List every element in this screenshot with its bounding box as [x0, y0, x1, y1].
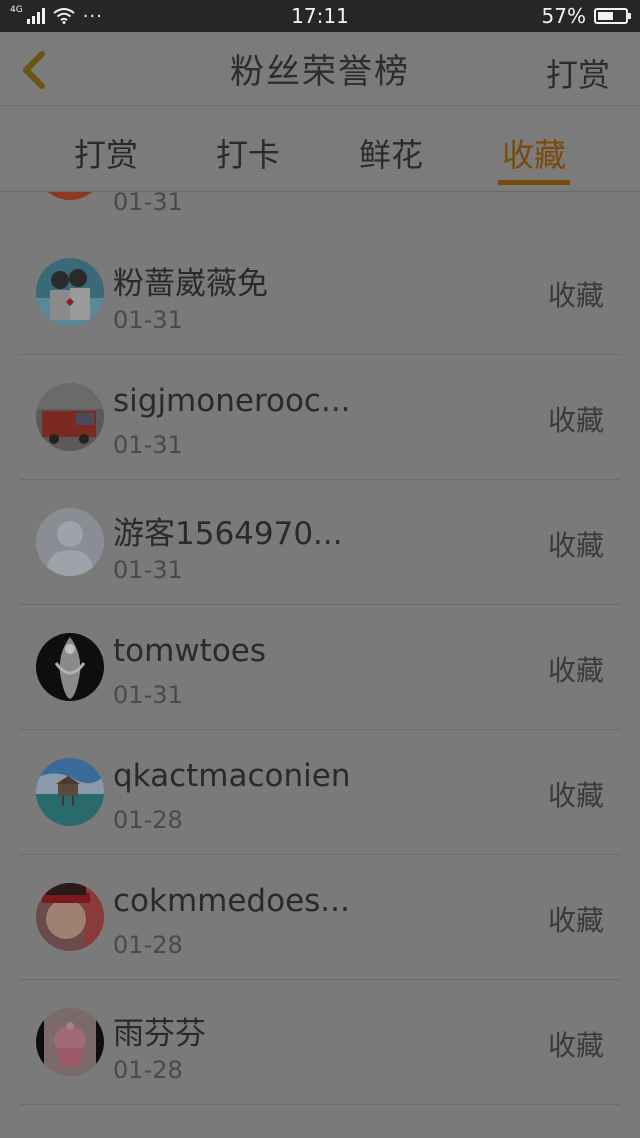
list-item-action: 收藏: [547, 779, 604, 812]
list-item-action: 收藏: [547, 654, 604, 687]
network-type: 4G: [10, 5, 23, 15]
list-item-name: 雨芬芬: [113, 1016, 206, 1052]
tab-checkin[interactable]: 打卡: [198, 130, 298, 176]
list-item-date: 01-31: [113, 681, 183, 709]
battery-icon: [594, 8, 631, 24]
list-item-action: 收藏: [547, 904, 604, 937]
list-item[interactable]: tomwtoes 01-31 收藏: [0, 605, 640, 730]
couple-photo-avatar: [36, 258, 104, 326]
list-item-date: 01-31: [113, 556, 183, 584]
battery-percent: 57%: [541, 4, 586, 28]
list-item-action: 收藏: [547, 529, 604, 562]
list-item-date: 01-28: [113, 806, 183, 834]
list-item[interactable]: qkactmaconien 01-28 收藏: [0, 730, 640, 855]
list-item-name: qkactmaconien: [113, 758, 351, 794]
status-bar: 4G ··· 17:11 57%: [0, 0, 640, 32]
list-item[interactable]: sigjmonerooc... 01-31 收藏: [0, 355, 640, 480]
list-item-action: 收藏: [547, 1029, 604, 1062]
list-item[interactable]: 01-31: [0, 192, 640, 230]
tab-favorites[interactable]: 收藏: [484, 130, 584, 176]
list-item-date: 01-28: [113, 1056, 183, 1084]
fan-list[interactable]: 01-31 粉蔷崴薇免 01-31 收藏 sigjmonerooc... 01-…: [0, 192, 640, 1138]
back-arrow-icon[interactable]: [16, 50, 56, 90]
default-user-avatar: [36, 508, 104, 576]
list-item-name: sigjmonerooc...: [113, 383, 351, 419]
list-item[interactable]: 粉蔷崴薇免 01-31 收藏: [0, 230, 640, 355]
person-red-headband-avatar: [36, 883, 104, 951]
active-tab-indicator: [498, 180, 570, 185]
tab-flowers[interactable]: 鲜花: [341, 130, 441, 176]
anime-girl-avatar: [36, 633, 104, 701]
list-item-name: 粉蔷崴薇免: [113, 266, 268, 302]
list-item-action: 收藏: [547, 404, 604, 437]
avatar: [36, 192, 104, 200]
signal-icon: [26, 8, 45, 24]
list-item-date: 01-31: [113, 306, 183, 334]
list-item-name: 游客1564970...: [113, 516, 343, 552]
list-item[interactable]: 游客1564970... 01-31 收藏: [0, 480, 640, 605]
list-item[interactable]: cokmmedoes... 01-28 收藏: [0, 855, 640, 980]
page-title: 粉丝荣誉榜: [230, 52, 410, 92]
list-item-date: 01-28: [113, 931, 183, 959]
list-item-date: 01-31: [113, 431, 183, 459]
seaside-hut-avatar: [36, 758, 104, 826]
tab-reward[interactable]: 打赏: [56, 130, 156, 176]
list-item-date: 01-31: [113, 192, 183, 216]
fire-truck-avatar: [36, 383, 104, 451]
status-right: 57%: [541, 4, 631, 28]
status-left: 4G ···: [10, 5, 103, 27]
pink-cake-avatar: [36, 1008, 104, 1076]
divider: [20, 1104, 620, 1105]
wifi-icon: [53, 8, 75, 24]
more-dots-icon: ···: [82, 5, 103, 27]
list-item-action: 收藏: [547, 279, 604, 312]
list-item-name: tomwtoes: [113, 633, 267, 669]
list-item-name: cokmmedoes...: [113, 883, 350, 919]
reward-button[interactable]: 打赏: [546, 50, 610, 96]
list-item[interactable]: 雨芬芬 01-28 收藏: [0, 980, 640, 1105]
nav-bar: 粉丝荣誉榜 打赏: [0, 32, 640, 106]
